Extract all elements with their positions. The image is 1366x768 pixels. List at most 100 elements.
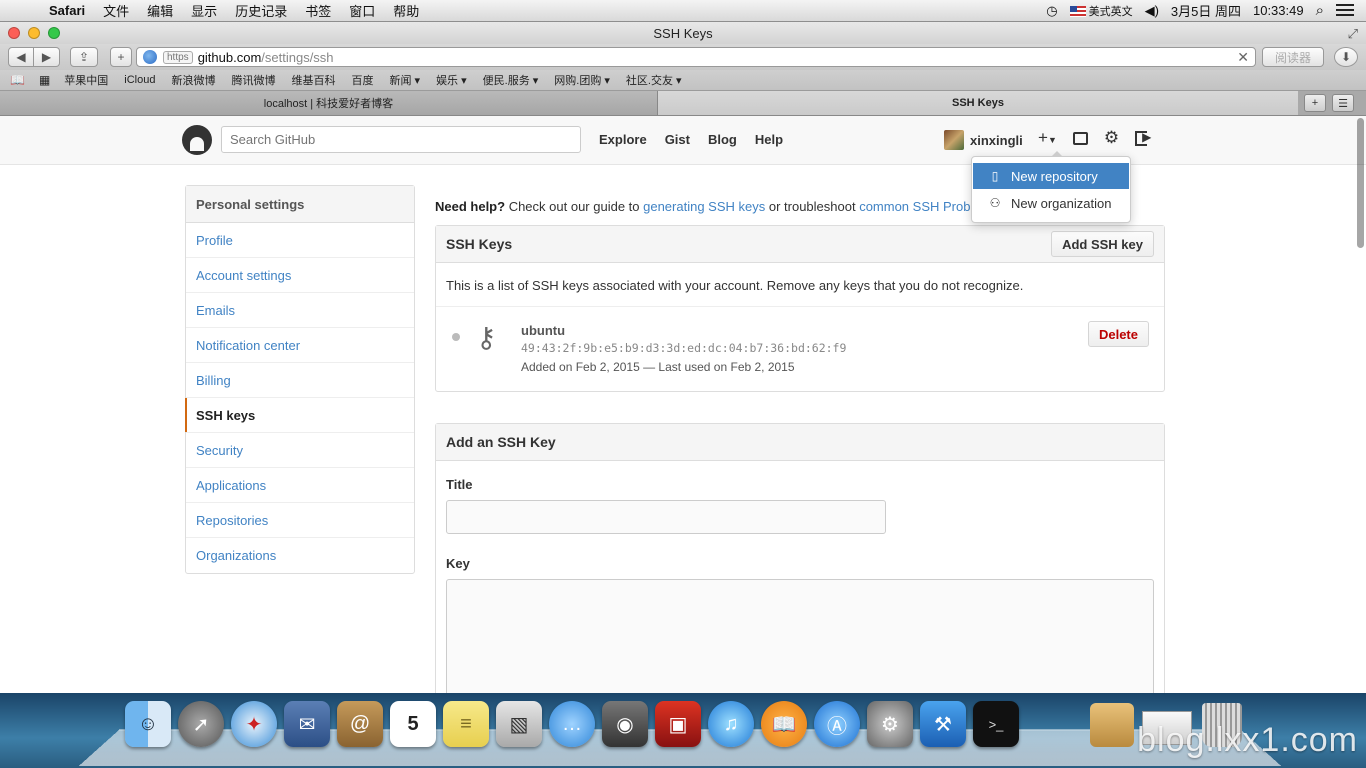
safari-icon[interactable]: ✦	[231, 701, 277, 747]
clear-url-icon[interactable]: ✕	[1237, 49, 1249, 66]
common-ssh-problems-link[interactable]: common SSH Probl	[859, 199, 973, 214]
dropdown-new-organization[interactable]: ⚇ New organization	[973, 190, 1129, 216]
sidebar-item-profile[interactable]: Profile	[186, 223, 414, 258]
forward-button[interactable]: ▶	[34, 47, 60, 67]
sidebar-item-ssh-keys[interactable]: SSH keys	[185, 398, 414, 433]
bookmark-folder[interactable]: 娱乐 ▾	[436, 72, 467, 88]
messages-icon[interactable]: …	[549, 701, 595, 747]
contacts-icon[interactable]: @	[337, 701, 383, 747]
sidebar-item-emails[interactable]: Emails	[186, 293, 414, 328]
bookmark-folder[interactable]: 新闻 ▾	[389, 72, 420, 88]
ibooks-icon[interactable]: 📖	[761, 701, 807, 747]
https-badge: https	[163, 50, 193, 64]
sign-out-icon[interactable]	[1135, 130, 1151, 146]
back-button[interactable]: ◀	[8, 47, 34, 67]
nav-gist[interactable]: Gist	[665, 132, 690, 147]
menu-help[interactable]: 帮助	[384, 1, 428, 20]
bookmark-item[interactable]: 维基百科	[291, 72, 335, 88]
menu-window[interactable]: 窗口	[340, 1, 384, 20]
sidebar-item-applications[interactable]: Applications	[186, 468, 414, 503]
bookmark-item[interactable]: 腾讯微博	[231, 72, 275, 88]
sidebar-item-notification-center[interactable]: Notification center	[186, 328, 414, 363]
reader-button[interactable]: 阅读器	[1262, 47, 1324, 67]
sidebar-item-organizations[interactable]: Organizations	[186, 538, 414, 573]
menu-file[interactable]: 文件	[94, 1, 138, 20]
new-tab-button[interactable]: +	[1304, 94, 1326, 112]
bookmark-item[interactable]: 百度	[351, 72, 373, 88]
add-ssh-key-button[interactable]: Add SSH key	[1051, 231, 1154, 257]
add-bookmark-button[interactable]: +	[110, 47, 132, 67]
menu-bookmarks[interactable]: 书签	[296, 1, 340, 20]
close-window-button[interactable]	[8, 27, 20, 39]
github-octocat-icon[interactable]	[182, 125, 212, 155]
nav-explore[interactable]: Explore	[599, 132, 647, 147]
terminal-icon[interactable]: >_	[973, 701, 1019, 747]
delete-key-button[interactable]: Delete	[1087, 321, 1149, 347]
bookmark-item[interactable]: 苹果中国	[64, 72, 108, 88]
downloads-icon[interactable]: ⬇	[1334, 47, 1358, 67]
settings-gear-icon[interactable]: ⚙	[1104, 128, 1119, 148]
generating-ssh-keys-link[interactable]: generating SSH keys	[643, 199, 765, 214]
menu-date[interactable]: 3月5日 周四	[1171, 1, 1241, 20]
bookmark-folder[interactable]: 社区.交友 ▾	[626, 72, 682, 88]
sidebar-item-billing[interactable]: Billing	[186, 363, 414, 398]
menu-time[interactable]: 10:33:49	[1253, 3, 1304, 18]
notes-icon[interactable]: ≡	[443, 701, 489, 747]
add-ssh-key-header: Add an SSH Key	[436, 424, 1164, 461]
time-machine-icon[interactable]: ◷	[1046, 3, 1057, 19]
xcode-icon[interactable]: ⚒	[920, 701, 966, 747]
page-scrollbar[interactable]	[1357, 118, 1364, 248]
tab-overview-icon[interactable]: ☰	[1332, 94, 1354, 112]
sidebar-item-repositories[interactable]: Repositories	[186, 503, 414, 538]
notifications-inbox-icon[interactable]	[1072, 131, 1088, 145]
bookmark-item[interactable]: iCloud	[124, 74, 155, 86]
notification-center-icon[interactable]	[1336, 3, 1354, 18]
menu-extras: ◷ 美式英文 ◀) 3月5日 周四 10:33:49 ⌕	[1046, 0, 1366, 22]
key-textarea[interactable]	[446, 579, 1154, 693]
calendar-icon[interactable]: 5	[390, 701, 436, 747]
photo-booth-icon[interactable]: ▣	[655, 701, 701, 747]
sidebar-item-account-settings[interactable]: Account settings	[186, 258, 414, 293]
window-title: SSH Keys	[653, 25, 713, 41]
system-preferences-icon[interactable]: ⚙	[867, 701, 913, 747]
bookmark-item[interactable]: 新浪微博	[171, 72, 215, 88]
bookmark-folder[interactable]: 便民.服务 ▾	[483, 72, 539, 88]
menu-view[interactable]: 显示	[182, 1, 226, 20]
preview-icon[interactable]: ▧	[496, 701, 542, 747]
volume-icon[interactable]: ◀)	[1145, 3, 1159, 19]
bookmark-folder[interactable]: 网购.团购 ▾	[554, 72, 610, 88]
key-status-dot	[452, 333, 460, 341]
dropdown-new-repository[interactable]: ▯ New repository	[973, 163, 1129, 189]
user-menu[interactable]: xinxingli	[944, 130, 1023, 150]
installer-icon[interactable]	[1090, 703, 1134, 747]
finder-icon[interactable]: ☺	[125, 701, 171, 747]
create-new-icon[interactable]: +▼	[1038, 128, 1057, 148]
window-controls	[8, 27, 68, 39]
menu-edit[interactable]: 编辑	[138, 1, 182, 20]
reading-list-icon[interactable]: 📖	[10, 73, 25, 87]
mail-icon[interactable]: ✉	[284, 701, 330, 747]
share-button[interactable]: ⇪	[70, 47, 98, 67]
sidebar-item-security[interactable]: Security	[186, 433, 414, 468]
tab-localhost[interactable]: localhost | 科技爱好者博客	[0, 91, 658, 115]
tab-ssh-keys[interactable]: SSH Keys	[658, 91, 1298, 115]
menu-app-name[interactable]: Safari	[40, 3, 94, 18]
input-method[interactable]: 美式英文	[1069, 3, 1133, 19]
address-bar[interactable]: https github.com /settings/ssh ✕	[136, 47, 1256, 67]
github-search-input[interactable]	[221, 126, 581, 153]
minimize-window-button[interactable]	[28, 27, 40, 39]
itunes-icon[interactable]: ♫	[708, 701, 754, 747]
facetime-icon[interactable]: ◉	[602, 701, 648, 747]
launchpad-icon[interactable]: ➚	[178, 701, 224, 747]
top-sites-icon[interactable]: ▦	[39, 73, 50, 87]
key-title-input[interactable]	[446, 500, 886, 534]
fullscreen-icon[interactable]: ⤢	[1348, 26, 1358, 42]
ssh-keys-description: This is a list of SSH keys associated wi…	[436, 263, 1164, 307]
nav-help[interactable]: Help	[755, 132, 783, 147]
nav-blog[interactable]: Blog	[708, 132, 737, 147]
menu-history[interactable]: 历史记录	[226, 1, 296, 20]
app-store-icon[interactable]: Ⓐ	[814, 701, 860, 747]
spotlight-icon[interactable]: ⌕	[1316, 2, 1324, 19]
zoom-window-button[interactable]	[48, 27, 60, 39]
add-ssh-key-panel: Add an SSH Key Title Key	[435, 423, 1165, 693]
